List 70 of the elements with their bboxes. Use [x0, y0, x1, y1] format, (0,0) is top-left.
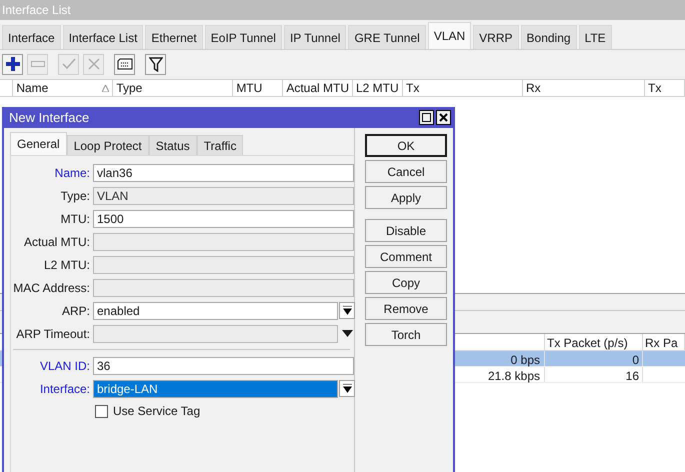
tab[interactable]: General: [10, 132, 67, 155]
dialog-button[interactable]: Comment: [365, 245, 447, 268]
maximize-button[interactable]: [419, 110, 434, 125]
field-label: MAC Address:: [13, 280, 91, 296]
tab[interactable]: Bonding: [520, 25, 577, 49]
dropdown-button[interactable]: [339, 302, 355, 319]
column-header[interactable]: Actual MTU: [283, 80, 353, 96]
tab[interactable]: Status: [148, 135, 197, 155]
column-header[interactable]: Rx: [523, 80, 645, 96]
plus-icon: [6, 57, 20, 71]
toolbar-button[interactable]: [145, 54, 166, 74]
note-icon: [116, 58, 132, 70]
tab[interactable]: LTE: [578, 25, 612, 49]
dropdown-field[interactable]: bridge-LAN: [93, 380, 338, 398]
window-title: Interface List: [2, 2, 71, 19]
table-cell: 0: [545, 351, 643, 366]
minus-icon: [30, 61, 44, 67]
text-field[interactable]: vlan36: [93, 164, 354, 182]
field-label: Actual MTU:: [22, 234, 91, 250]
column-header[interactable]: Tx Packet (p/s): [545, 334, 643, 350]
toolbar-button[interactable]: [2, 54, 23, 74]
readonly-field: VLAN: [93, 186, 354, 204]
column-header[interactable]: Name: [13, 80, 114, 96]
field-label: Type:: [60, 188, 91, 204]
text-field[interactable]: 36: [93, 356, 354, 374]
tab[interactable]: VRRP: [473, 25, 519, 49]
check-icon: [62, 58, 76, 70]
dropdown-arrow-icon: [342, 384, 352, 393]
table-cell: 16: [545, 367, 643, 382]
tab[interactable]: IP Tunnel: [284, 25, 346, 49]
tab[interactable]: Ethernet: [145, 25, 203, 49]
dropdown-arrow-icon: [342, 306, 352, 315]
field-label: Name:: [54, 164, 91, 182]
field-label: ARP Timeout:: [15, 326, 91, 342]
filter-icon: [148, 56, 162, 72]
field-label: Interface:: [38, 380, 91, 398]
dialog-button[interactable]: OK: [365, 134, 447, 157]
tab[interactable]: Interface: [2, 25, 61, 49]
close-button[interactable]: [436, 110, 451, 125]
x-icon: [88, 58, 100, 70]
checkbox-label: Use Service Tag: [113, 403, 200, 420]
column-header[interactable]: Rx Pa: [643, 334, 685, 350]
column-header[interactable]: MTU: [233, 80, 284, 96]
column-header[interactable]: L2 MTU: [353, 80, 403, 96]
toolbar-button[interactable]: [114, 54, 135, 74]
field-label: L2 MTU:: [42, 256, 91, 274]
field-label: ARP:: [60, 302, 91, 320]
checkbox[interactable]: [95, 404, 108, 418]
column-header[interactable]: Tx: [645, 80, 685, 96]
column-header[interactable]: Tx: [403, 80, 523, 96]
dialog-button[interactable]: Copy: [365, 271, 447, 294]
dialog-button[interactable]: Apply: [365, 186, 447, 209]
field-label: MTU:: [60, 210, 91, 228]
expand-icon[interactable]: [342, 330, 353, 337]
tab[interactable]: EoIP Tunnel: [204, 25, 282, 49]
dropdown-field[interactable]: enabled: [93, 302, 338, 320]
dialog-button[interactable]: Disable: [365, 219, 447, 242]
tab[interactable]: Loop Protect: [66, 135, 149, 155]
dialog-title: New Interface: [9, 108, 90, 127]
dialog-button[interactable]: Remove: [365, 297, 447, 320]
column-header[interactable]: Type: [113, 80, 234, 96]
tab[interactable]: VLAN: [428, 22, 472, 49]
tab[interactable]: Interface List: [62, 25, 144, 49]
dropdown-button[interactable]: [339, 380, 355, 397]
dialog-button[interactable]: Cancel: [365, 160, 447, 183]
tab[interactable]: GRE Tunnel: [348, 25, 426, 49]
text-field[interactable]: 1500: [93, 210, 354, 228]
dialog-button[interactable]: Torch: [365, 323, 447, 346]
tab[interactable]: Traffic: [196, 135, 244, 155]
sort-icon: [102, 84, 110, 92]
